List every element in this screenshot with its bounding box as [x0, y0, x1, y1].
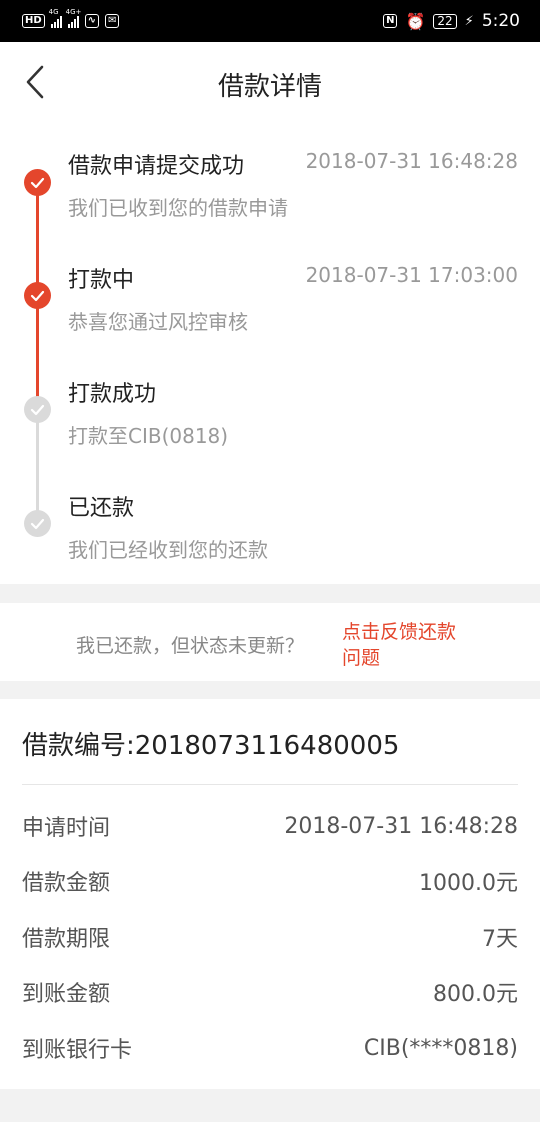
step-time: 2018-07-31 16:48:28	[305, 149, 518, 173]
detail-row-apply-time: 申请时间 2018-07-31 16:48:28	[22, 811, 518, 842]
hd-badge: HD	[22, 14, 45, 28]
signal-icon-2: 4G+	[66, 8, 81, 28]
detail-label: 到账金额	[22, 982, 111, 1007]
step-subtitle: 我们已收到您的借款申请	[68, 196, 288, 220]
step-title: 借款申请提交成功	[68, 154, 245, 179]
detail-row-loan-term: 借款期限 7天	[22, 922, 518, 952]
loan-detail-card: 借款编号:2018073116480005 申请时间 2018-07-31 16…	[0, 699, 540, 1089]
step-subtitle: 打款至CIB(0818)	[68, 424, 229, 448]
network-type-label-2: 4G+	[65, 8, 82, 16]
detail-value: 7天	[482, 927, 518, 952]
detail-value: 2018-07-31 16:48:28	[284, 813, 518, 839]
timeline-connector-done	[36, 182, 39, 296]
check-circle-icon	[24, 396, 51, 423]
charging-icon: ⚡	[464, 13, 474, 29]
signal-icon: 4G	[49, 8, 62, 28]
status-bar-left: HD 4G 4G+ ∿ ✉	[22, 8, 120, 28]
detail-value: CIB(****0818)	[363, 1035, 518, 1061]
divider	[22, 784, 518, 785]
detail-label: 借款期限	[22, 927, 111, 952]
step-subtitle: 恭喜您通过风控审核	[68, 310, 248, 334]
detail-row-loan-amount: 借款金额 1000.0元	[22, 866, 518, 896]
detail-label: 借款金额	[22, 871, 111, 896]
network-type-label: 4G	[48, 8, 59, 16]
step-title: 已还款	[68, 496, 135, 521]
step-title: 打款成功	[68, 382, 157, 407]
app-notification-icon: ✉	[105, 14, 120, 28]
step-time: 2018-07-31 17:03:00	[305, 263, 518, 287]
status-bar: HD 4G 4G+ ∿ ✉ N ⏰ 22 ⚡ 5:20	[0, 0, 540, 42]
step-subtitle: 我们已经收到您的还款	[68, 538, 268, 562]
detail-row-received-amount: 到账金额 800.0元	[22, 977, 518, 1007]
timeline-connector-pending	[36, 408, 39, 522]
status-bar-right: N ⏰ 22 ⚡ 5:20	[383, 11, 520, 31]
check-circle-icon	[24, 510, 51, 537]
feedback-prompt: 我已还款，但状态未更新？	[76, 635, 305, 657]
detail-value: 800.0元	[433, 982, 518, 1007]
feedback-link[interactable]: 点击反馈还款问题	[342, 619, 462, 671]
detail-label: 申请时间	[22, 816, 111, 841]
repayment-feedback-bar: 我已还款，但状态未更新？ 点击反馈还款问题	[0, 603, 540, 681]
alarm-icon: ⏰	[405, 11, 426, 31]
progress-timeline: 借款申请提交成功 2018-07-31 16:48:28 我们已收到您的借款申请…	[0, 122, 540, 584]
battery-icon: 22	[433, 13, 457, 29]
detail-row-bank-card: 到账银行卡 CIB(****0818)	[22, 1033, 518, 1064]
step-title: 打款中	[68, 268, 135, 293]
check-circle-icon	[24, 282, 51, 309]
loan-number: 借款编号:2018073116480005	[22, 731, 400, 761]
nfc-icon: N	[383, 14, 398, 28]
page-title: 借款详情	[217, 72, 322, 102]
timeline-connector-done-2	[36, 296, 39, 408]
detail-value: 1000.0元	[419, 871, 518, 896]
check-circle-icon	[24, 169, 51, 196]
activity-icon: ∿	[84, 14, 100, 28]
clock-time: 5:20	[481, 11, 520, 31]
nav-bar: 借款详情	[0, 42, 540, 122]
detail-label: 到账银行卡	[22, 1038, 133, 1063]
